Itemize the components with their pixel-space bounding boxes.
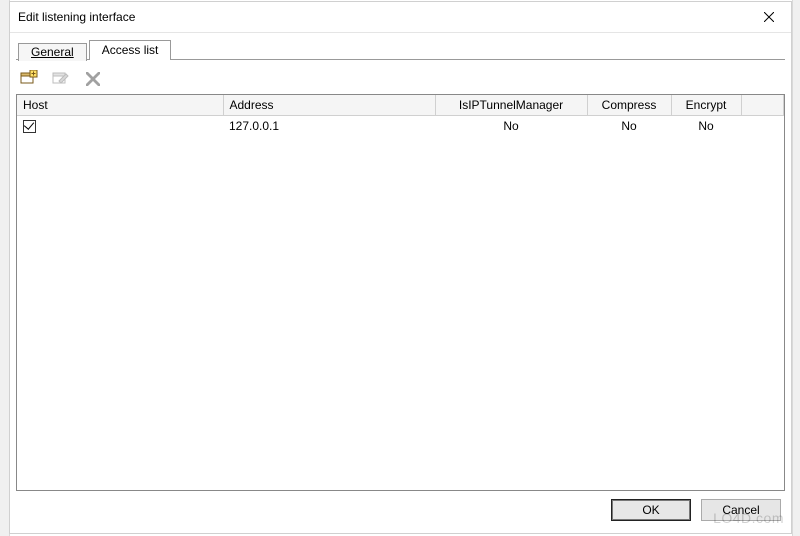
col-encrypt[interactable]: Encrypt <box>671 95 741 116</box>
dialog-window: Edit listening interface General Access … <box>9 1 792 534</box>
delete-x-icon <box>86 72 100 86</box>
edit-card-icon <box>52 70 70 88</box>
tab-bar: General Access list <box>16 37 785 60</box>
col-istunnel[interactable]: IsIPTunnelManager <box>435 95 587 116</box>
cell-filler <box>741 116 784 137</box>
titlebar: Edit listening interface <box>10 2 791 33</box>
cell-encrypt: No <box>671 116 741 137</box>
cell-istunnel: No <box>435 116 587 137</box>
col-address[interactable]: Address <box>223 95 435 116</box>
col-compress[interactable]: Compress <box>587 95 671 116</box>
column-header-row: Host Address IsIPTunnelManager Compress … <box>17 95 784 116</box>
dialog-footer: OK Cancel <box>16 491 785 527</box>
list-view[interactable]: Host Address IsIPTunnelManager Compress … <box>16 94 785 491</box>
window-title: Edit listening interface <box>18 10 747 24</box>
backdrop-right <box>792 0 800 536</box>
client-area: General Access list <box>10 33 791 533</box>
col-filler <box>741 95 784 116</box>
table-row[interactable]: 127.0.0.1 No No No <box>17 116 784 137</box>
add-card-icon <box>20 70 38 88</box>
ok-button[interactable]: OK <box>611 499 691 521</box>
cell-compress: No <box>587 116 671 137</box>
tab-access-list[interactable]: Access list <box>89 40 172 60</box>
tab-access-list-label: Access list <box>102 43 159 57</box>
toolbar <box>16 60 785 94</box>
cell-address: 127.0.0.1 <box>223 116 435 137</box>
tab-general[interactable]: General <box>18 43 87 61</box>
close-button[interactable] <box>747 2 791 32</box>
col-host[interactable]: Host <box>17 95 223 116</box>
cancel-button[interactable]: Cancel <box>701 499 781 521</box>
host-checkbox[interactable] <box>23 120 36 133</box>
delete-button[interactable] <box>82 68 104 90</box>
edit-button[interactable] <box>50 68 72 90</box>
close-icon <box>764 12 774 22</box>
add-button[interactable] <box>18 68 40 90</box>
tab-general-label: General <box>31 45 74 59</box>
cell-host[interactable] <box>17 116 223 137</box>
